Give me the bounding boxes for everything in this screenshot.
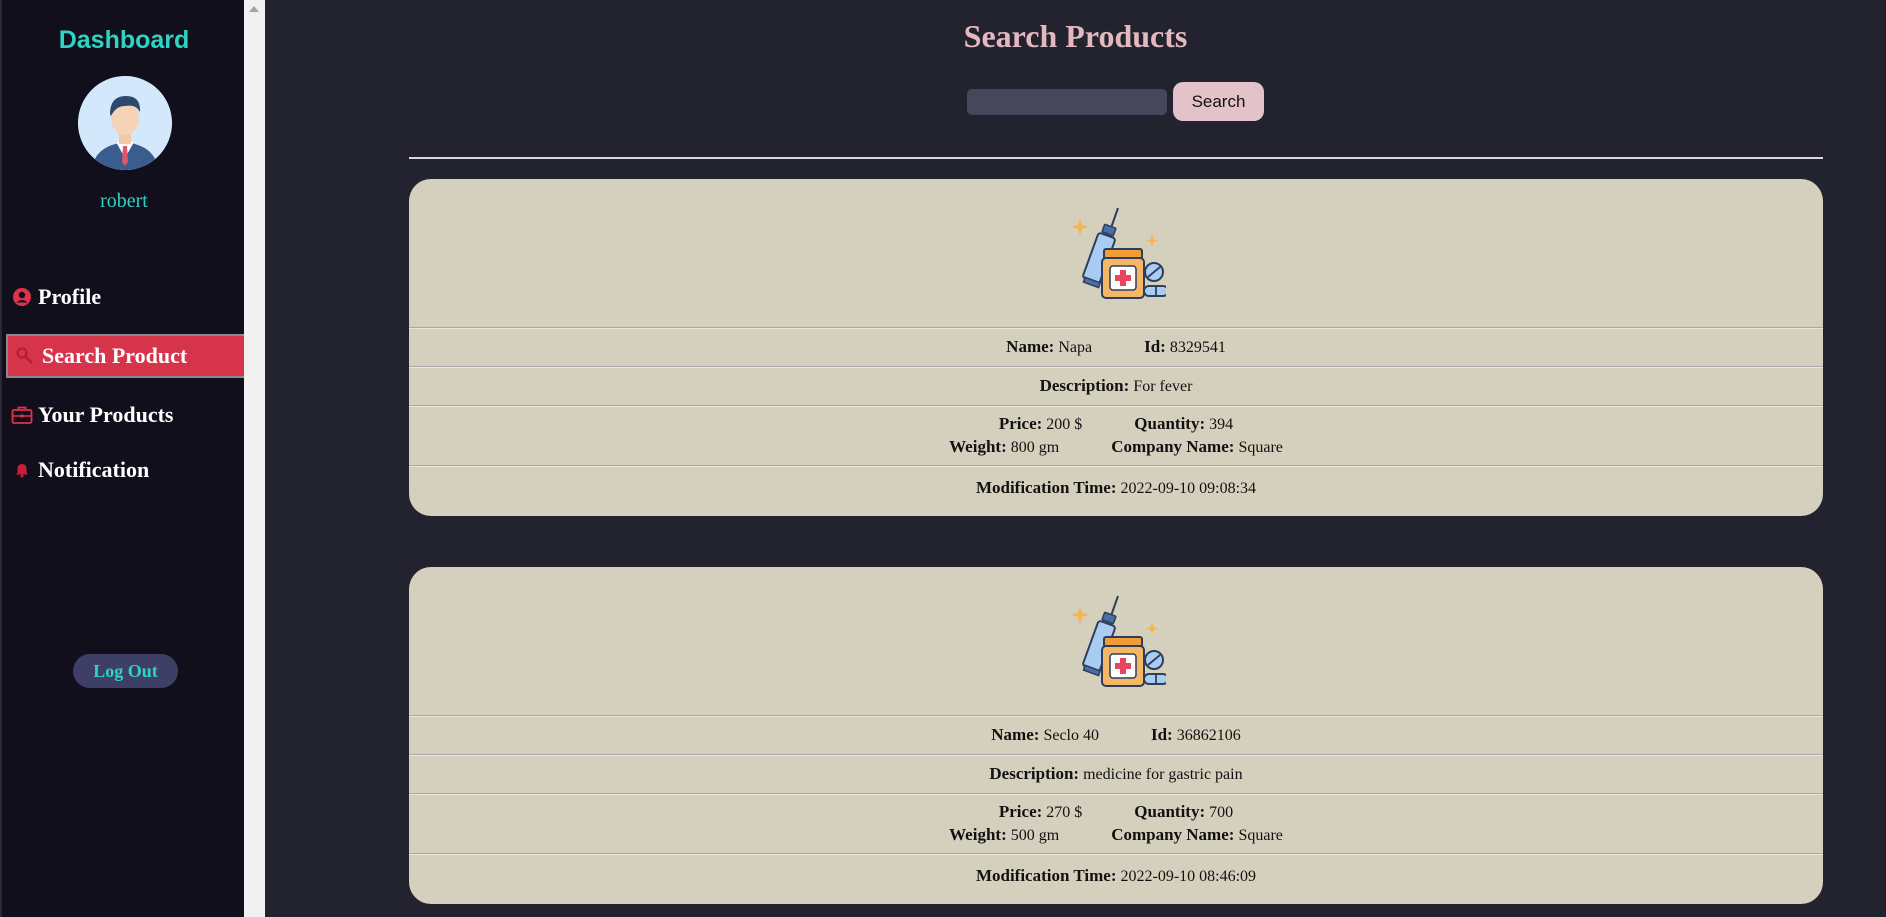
product-image bbox=[409, 179, 1823, 327]
product-id: 8329541 bbox=[1169, 339, 1226, 356]
briefcase-icon bbox=[6, 405, 38, 425]
quantity-label: Quantity: bbox=[1134, 413, 1206, 433]
logout-button[interactable]: Log Out bbox=[73, 654, 178, 688]
user-circle-icon bbox=[6, 287, 38, 307]
product-name-row: Name: Napa Id: 8329541 bbox=[409, 327, 1823, 366]
name-label: Name: bbox=[991, 725, 1040, 744]
product-weight: 800 gm bbox=[1010, 438, 1060, 456]
product-company: Square bbox=[1238, 438, 1283, 456]
price-label: Price: bbox=[998, 413, 1043, 433]
sidebar-item-label: Profile bbox=[38, 284, 102, 309]
sidebar-item-your-products[interactable]: Your Products bbox=[6, 394, 246, 436]
sidebar-item-profile[interactable]: Profile bbox=[6, 276, 246, 318]
sidebar-item-label: Your Products bbox=[38, 402, 174, 427]
product-description-row: Description: medicine for gastric pain bbox=[409, 754, 1823, 793]
name-label: Name: bbox=[1006, 337, 1055, 356]
medicine-icon bbox=[1071, 595, 1166, 687]
id-label: Id: bbox=[1150, 725, 1173, 744]
product-modified-row: Modification Time: 2022-09-10 09:08:34 bbox=[409, 465, 1823, 514]
sidebar-item-label: Search Product bbox=[42, 343, 188, 368]
company-label: Company Name: bbox=[1111, 824, 1235, 844]
product-modified-row: Modification Time: 2022-09-10 08:46:09 bbox=[409, 853, 1823, 902]
page-title: Search Products bbox=[963, 18, 1188, 54]
product-description-row: Description: For fever bbox=[409, 366, 1823, 405]
product-description: For fever bbox=[1133, 378, 1193, 395]
product-name: Napa bbox=[1058, 339, 1093, 356]
sidebar-title: Dashboard bbox=[58, 26, 190, 54]
sidebar-scrollbar[interactable] bbox=[244, 0, 265, 917]
product-card: Name: Seclo 40 Id: 36862106 Description: … bbox=[409, 567, 1823, 904]
product-quantity: 394 bbox=[1209, 415, 1234, 433]
product-card: Name: Napa Id: 8329541 Description: For f… bbox=[409, 179, 1823, 516]
description-label: Description: bbox=[989, 764, 1080, 783]
product-name: Seclo 40 bbox=[1043, 727, 1099, 744]
scroll-up-arrow-icon[interactable] bbox=[249, 6, 259, 12]
quantity-label: Quantity: bbox=[1134, 801, 1206, 821]
product-weight: 500 gm bbox=[1010, 826, 1060, 844]
product-modified: 2022-09-10 08:46:09 bbox=[1120, 868, 1257, 885]
avatar bbox=[78, 76, 172, 170]
divider bbox=[409, 157, 1823, 159]
company-label: Company Name: bbox=[1111, 436, 1235, 456]
modified-label: Modification Time: bbox=[975, 866, 1117, 885]
bell-icon bbox=[6, 462, 38, 478]
product-price: 200 $ bbox=[1046, 415, 1083, 433]
search-button[interactable]: Search bbox=[1173, 82, 1264, 121]
product-price: 270 $ bbox=[1046, 803, 1083, 821]
search-icon bbox=[8, 346, 42, 366]
medicine-icon bbox=[1071, 207, 1166, 299]
modified-label: Modification Time: bbox=[975, 478, 1117, 497]
product-details-row: Price: 270 $ Quantity: 700 Weight: 500 gm… bbox=[409, 793, 1823, 853]
sidebar-item-notification[interactable]: Notification bbox=[6, 449, 246, 491]
search-input[interactable] bbox=[967, 89, 1167, 115]
sidebar-item-search-product[interactable]: Search Product bbox=[6, 334, 246, 378]
product-details-row: Price: 200 $ Quantity: 394 Weight: 800 gm… bbox=[409, 405, 1823, 465]
product-modified: 2022-09-10 09:08:34 bbox=[1120, 480, 1257, 497]
username: robert bbox=[100, 190, 148, 212]
product-quantity: 700 bbox=[1209, 803, 1234, 821]
weight-label: Weight: bbox=[949, 436, 1007, 456]
product-company: Square bbox=[1238, 826, 1283, 844]
sidebar: Dashboard robert Profile Search Product … bbox=[0, 0, 246, 917]
product-image bbox=[409, 567, 1823, 715]
product-description: medicine for gastric pain bbox=[1083, 766, 1243, 783]
price-label: Price: bbox=[998, 801, 1043, 821]
product-id: 36862106 bbox=[1176, 727, 1241, 744]
sidebar-item-label: Notification bbox=[38, 457, 150, 482]
id-label: Id: bbox=[1144, 337, 1166, 356]
product-name-row: Name: Seclo 40 Id: 36862106 bbox=[409, 715, 1823, 754]
weight-label: Weight: bbox=[949, 824, 1007, 844]
description-label: Description: bbox=[1039, 376, 1130, 395]
